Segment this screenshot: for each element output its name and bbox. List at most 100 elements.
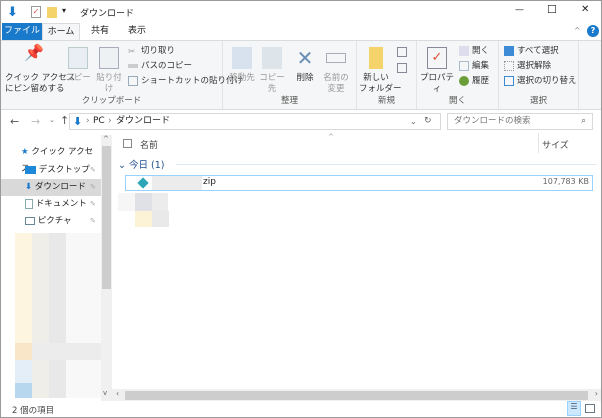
scrollbar-thumb[interactable]: [125, 391, 588, 400]
select-all-icon: [504, 45, 514, 56]
properties-icon: ✓: [427, 47, 447, 69]
open-button[interactable]: 開く: [459, 45, 489, 58]
delete-x-icon: ✕: [296, 46, 314, 70]
file-row[interactable]: zip 107,783 KB: [125, 175, 593, 191]
pin-icon: 📌: [24, 43, 44, 62]
download-icon: ⬇: [25, 182, 33, 192]
pin-quick-access-button[interactable]: 📌 クイック アクセス にピン留めする: [5, 43, 75, 95]
title-bar: ⬇ ✓ ▾ ダウンロード — ☐ ✕: [1, 1, 601, 23]
nav-documents[interactable]: ドキュメント ✎: [1, 196, 101, 213]
address-bar[interactable]: ⬇ › PC › ダウンロード ⌄ ↻: [69, 113, 441, 130]
large-icons-view-button[interactable]: [585, 404, 595, 413]
column-header-name[interactable]: 名前: [140, 138, 158, 151]
scroll-right-icon[interactable]: ›: [595, 389, 598, 398]
copy-button[interactable]: コピー: [65, 47, 91, 84]
group-label: 開く: [448, 96, 466, 106]
open-icon: [459, 45, 469, 56]
help-icon[interactable]: ?: [587, 25, 599, 37]
window-title: ダウンロード: [80, 9, 135, 19]
properties-qat-icon[interactable]: ✓: [31, 6, 41, 18]
details-view-button[interactable]: ☰: [567, 401, 581, 416]
star-icon: ★: [21, 147, 29, 157]
properties-button[interactable]: ✓ プロパティ: [419, 47, 455, 95]
horizontal-scrollbar[interactable]: ‹ ›: [112, 389, 601, 401]
recent-dropdown-icon[interactable]: ⌄: [49, 116, 55, 124]
group-new: 新しい フォルダー 新規: [357, 41, 417, 109]
delete-button[interactable]: ✕ 削除: [293, 47, 317, 84]
rename-button[interactable]: 名前の 変更: [321, 47, 351, 95]
nav-desktop[interactable]: デスクトップ ✎: [1, 162, 101, 179]
select-none-icon: [504, 60, 514, 71]
maximize-button[interactable]: ☐: [547, 3, 557, 16]
folder-icon: [369, 47, 383, 69]
group-label: 新規: [377, 96, 395, 106]
new-folder-qat-icon[interactable]: [47, 7, 57, 18]
sort-indicator-icon: ^: [328, 133, 334, 141]
scroll-down-icon[interactable]: v: [103, 389, 107, 397]
select-none-button[interactable]: 選択解除: [504, 60, 551, 73]
edit-button[interactable]: 編集: [459, 60, 489, 73]
ribbon-tabs: ファイル ホーム 共有 表示 ^ ?: [1, 23, 601, 41]
history-button[interactable]: 履歴: [459, 75, 489, 88]
tab-file[interactable]: ファイル: [2, 23, 42, 40]
select-all-checkbox[interactable]: [123, 139, 132, 148]
qat-dropdown-icon[interactable]: ▾: [62, 6, 66, 15]
scroll-up-icon[interactable]: ^: [103, 135, 109, 143]
nav-downloads[interactable]: ⬇ ダウンロード ✎: [1, 179, 101, 196]
scroll-left-icon[interactable]: ‹: [116, 389, 119, 398]
breadcrumb-downloads[interactable]: ダウンロード: [116, 114, 170, 129]
search-icon[interactable]: ⌕: [581, 114, 586, 129]
group-header-today[interactable]: ⌄ 今日 (1): [118, 157, 164, 171]
nav-scrollbar[interactable]: ^ v: [101, 135, 112, 401]
pin-icon: ✎: [90, 183, 96, 191]
tab-home[interactable]: ホーム: [42, 23, 80, 41]
explorer-window: ⬇ ✓ ▾ ダウンロード — ☐ ✕ ファイル ホーム 共有 表示 ^ ? 📌 ク…: [0, 0, 602, 418]
document-icon: [25, 198, 33, 209]
close-button[interactable]: ✕: [581, 4, 589, 15]
forward-button[interactable]: →: [31, 115, 40, 128]
move-to-icon: [232, 47, 252, 69]
chevron-down-icon: ⌄: [118, 160, 126, 171]
refresh-icon[interactable]: ↻: [424, 114, 432, 129]
address-dropdown-icon[interactable]: ⌄: [410, 114, 417, 129]
group-label: クリップボード: [81, 96, 142, 106]
desktop-icon: [25, 165, 36, 174]
tab-share[interactable]: 共有: [83, 23, 117, 40]
select-all-button[interactable]: すべて選択: [504, 45, 559, 58]
navigation-pane: ★ クイック アクセス デスクトップ✎ ⬇ ダウンロード✎ ドキュメント✎ ピク…: [1, 135, 101, 401]
copy-icon: [68, 47, 88, 69]
status-bar: 2 個の項目 ☰: [1, 401, 601, 417]
zip-archive-icon: [137, 177, 149, 189]
nav-pictures[interactable]: ピクチャ ✎: [1, 213, 101, 230]
copy-to-button[interactable]: コピー先: [257, 47, 287, 95]
tab-view[interactable]: 表示: [120, 23, 154, 40]
paste-button[interactable]: 貼り付け: [93, 47, 125, 95]
collapse-ribbon-icon[interactable]: ^: [574, 26, 581, 35]
search-input[interactable]: ダウンロードの検索 ⌕: [447, 113, 593, 130]
paste-icon: [99, 47, 119, 69]
nav-quick-access[interactable]: ★ クイック アクセス: [1, 144, 101, 174]
group-select: すべて選択 選択解除 選択の切り替え 選択: [499, 41, 579, 109]
minimize-button[interactable]: —: [515, 5, 524, 15]
back-button[interactable]: ←: [10, 115, 19, 128]
group-clipboard: 📌 クイック アクセス にピン留めする コピー 貼り付け ✂ 切り取り パスのコピー…: [1, 41, 243, 109]
group-divider: [176, 164, 596, 165]
scrollbar-thumb[interactable]: [102, 146, 111, 289]
column-header-size[interactable]: サイズ: [542, 138, 569, 151]
edit-icon: [459, 60, 469, 71]
up-button[interactable]: ↑: [60, 114, 69, 127]
group-label: 選択: [529, 96, 547, 106]
new-folder-button[interactable]: 新しい フォルダー: [359, 47, 402, 95]
breadcrumb-pc[interactable]: PC: [93, 114, 105, 129]
copy-path-button[interactable]: パスのコピー: [128, 60, 192, 73]
pictures-icon: [25, 216, 35, 225]
shortcut-icon: [128, 75, 138, 86]
invert-selection-button[interactable]: 選択の切り替え: [504, 75, 577, 88]
easy-access-icon[interactable]: [397, 63, 407, 73]
move-to-button[interactable]: 移動先: [227, 47, 257, 84]
pixelated-nav-block: [15, 383, 32, 398]
cut-button[interactable]: ✂ 切り取り: [128, 45, 175, 58]
scissors-icon: ✂: [128, 46, 136, 57]
new-item-icon[interactable]: [397, 47, 407, 57]
item-count: 2 個の項目: [12, 406, 55, 416]
